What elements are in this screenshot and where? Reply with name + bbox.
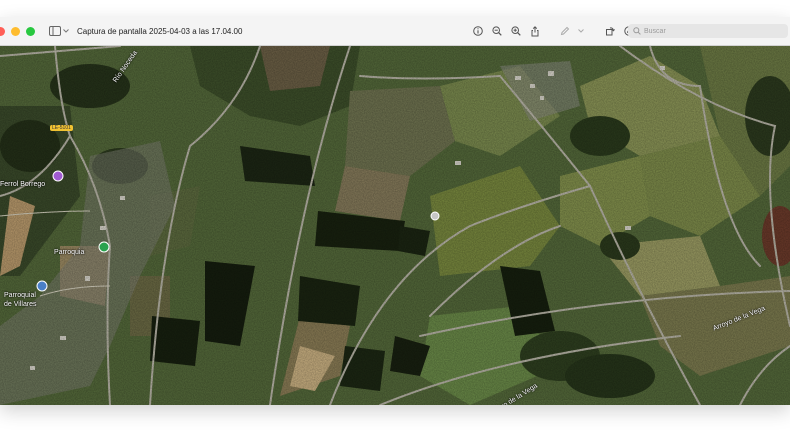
poi-marker-icon (36, 280, 48, 292)
map-label-parish: de Villares (4, 301, 37, 308)
toolbar (472, 17, 635, 45)
search-field[interactable]: Buscar (628, 24, 788, 38)
sidebar-toggle-button[interactable] (49, 26, 69, 36)
share-button[interactable] (529, 25, 541, 37)
search-placeholder: Buscar (644, 27, 666, 35)
poi-marker-icon (430, 211, 440, 221)
zoom-in-icon (511, 26, 521, 36)
poi-marker-icon (98, 241, 110, 253)
markup-icon (560, 26, 570, 36)
zoom-out-button[interactable] (491, 25, 503, 37)
title-bar: Captura de pantalla 2025-04-03 a las 17.… (0, 17, 790, 46)
fullscreen-button[interactable] (26, 26, 35, 36)
markup-menu-button[interactable] (578, 25, 584, 37)
poi-marker-icon (52, 170, 64, 182)
window-title: Captura de pantalla 2025-04-03 a las 17.… (77, 26, 243, 36)
map-label-place: Parroquia (54, 249, 85, 256)
markup-button[interactable] (559, 25, 571, 37)
map-label-place: Ferrol Borrego (0, 181, 46, 188)
satellite-terrain (0, 45, 790, 405)
share-icon (531, 25, 539, 36)
close-button[interactable] (0, 26, 5, 36)
search-icon (633, 27, 641, 35)
rotate-button[interactable] (604, 25, 616, 37)
info-icon (473, 26, 483, 36)
rotate-icon (606, 27, 615, 36)
zoom-in-button[interactable] (510, 25, 522, 37)
satellite-map-image[interactable]: Río Noceda Ferrol Borrego Parroquia Parr… (0, 45, 790, 405)
route-badge: LE-5101 (50, 125, 73, 131)
chevron-down-icon (578, 29, 584, 33)
minimize-button[interactable] (11, 26, 20, 36)
window-controls (0, 26, 35, 36)
map-label-parish: Parroquial (4, 292, 36, 299)
zoom-out-icon (492, 26, 502, 36)
preview-window: Captura de pantalla 2025-04-03 a las 17.… (0, 17, 790, 405)
info-button[interactable] (472, 25, 484, 37)
chevron-down-icon (63, 29, 69, 33)
sidebar-icon (49, 26, 61, 36)
